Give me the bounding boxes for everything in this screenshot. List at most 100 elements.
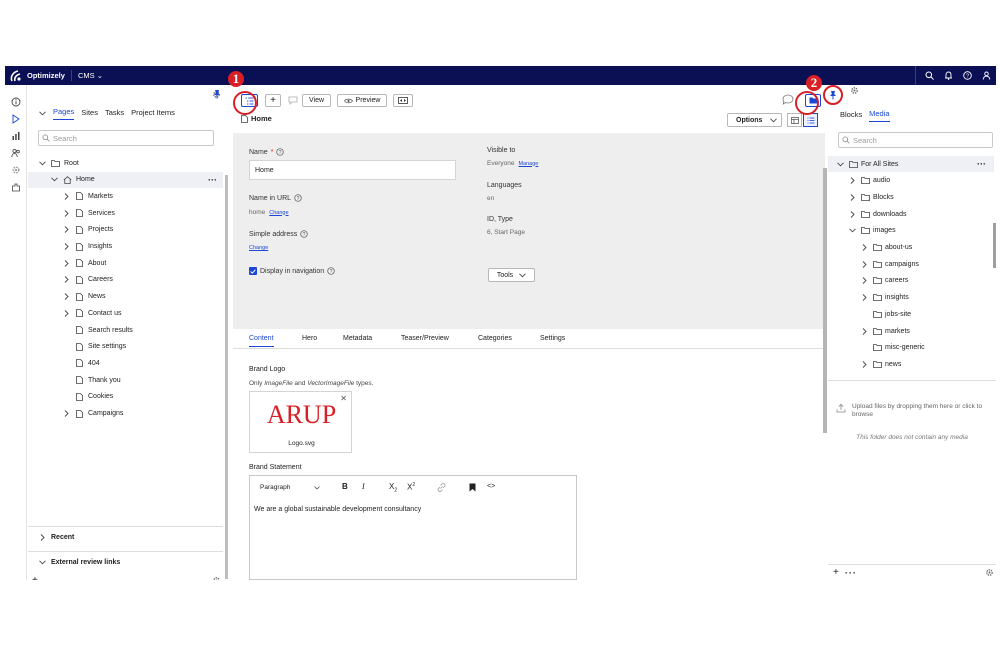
media-tree-scrollbar[interactable] <box>993 223 996 268</box>
options-dropdown[interactable]: Options <box>727 113 782 127</box>
pin-pane-icon[interactable] <box>209 86 225 102</box>
tools-dropdown[interactable]: Tools <box>488 268 535 282</box>
tree-item-cookies[interactable]: Cookies <box>62 389 113 405</box>
comment-flag-icon[interactable] <box>288 96 298 105</box>
tree-item-search-results[interactable]: Search results <box>62 322 133 338</box>
help-icon[interactable]: ? <box>294 194 302 202</box>
chevron-down-icon[interactable] <box>50 177 58 182</box>
add-icon[interactable]: + <box>833 567 839 578</box>
more-icon[interactable]: ··· <box>977 159 986 169</box>
analytics-icon[interactable] <box>5 127 27 144</box>
media-folder-jobs-site[interactable]: jobs-site <box>860 306 911 322</box>
superscript-icon[interactable]: X2 <box>407 482 415 492</box>
link-icon[interactable] <box>437 483 446 492</box>
help-icon[interactable]: ? <box>327 267 335 275</box>
pin-assets-pane-icon[interactable] <box>825 87 841 103</box>
media-folder-about-us[interactable]: about-us <box>860 240 912 256</box>
user-icon[interactable] <box>977 66 996 85</box>
addons-icon[interactable] <box>5 178 27 195</box>
chevron-right-icon[interactable] <box>62 193 70 200</box>
media-folder-insights[interactable]: insights <box>860 290 909 306</box>
tree-item-projects[interactable]: Projects <box>62 222 113 238</box>
recent-section[interactable]: Recent <box>28 526 223 548</box>
bold-button[interactable]: B <box>342 482 348 491</box>
tab-media[interactable]: Media <box>869 109 890 122</box>
pages-search-input[interactable]: Search <box>38 130 214 146</box>
tree-item-thank-you[interactable]: Thank you <box>62 372 121 388</box>
more-icon[interactable]: ··· <box>845 568 857 578</box>
upload-dropzone[interactable]: Upload files by dropping them here or cl… <box>836 403 988 419</box>
brand-statement-editor[interactable]: Paragraph B I X2 X2 <> We are a global s… <box>249 475 577 580</box>
tree-item-insights[interactable]: Insights <box>62 239 112 255</box>
settings-icon[interactable] <box>5 161 27 178</box>
gear-icon[interactable] <box>212 576 221 580</box>
tab-pages[interactable]: Pages <box>53 107 75 120</box>
media-folder-downloads[interactable]: downloads <box>848 206 906 222</box>
product-switcher[interactable]: CMS ⌄ <box>78 71 103 80</box>
chevron-right-icon[interactable] <box>62 309 70 317</box>
change-url-link[interactable]: Change <box>269 210 288 216</box>
on-page-edit-view-button[interactable] <box>787 113 802 127</box>
tree-item-contact-us[interactable]: Contact us <box>62 305 121 321</box>
tab-categories[interactable]: Categories <box>478 335 512 346</box>
tab-settings[interactable]: Settings <box>540 335 565 346</box>
add-content-button[interactable]: + <box>265 94 281 107</box>
chevron-down-icon[interactable] <box>836 161 844 167</box>
chevron-right-icon[interactable] <box>62 226 70 234</box>
subscript-icon[interactable]: X2 <box>389 482 397 494</box>
italic-button[interactable]: I <box>362 482 365 491</box>
tree-item-services[interactable]: Services <box>62 205 115 221</box>
chevron-right-icon[interactable] <box>860 361 868 368</box>
tab-hero[interactable]: Hero <box>302 335 317 346</box>
chevron-right-icon[interactable] <box>860 277 868 285</box>
users-icon[interactable] <box>5 144 27 161</box>
editor-content[interactable]: We are a global sustainable development … <box>250 500 576 519</box>
change-simple-address-link[interactable]: Change <box>249 245 268 251</box>
tree-item-404[interactable]: 404 <box>62 355 100 371</box>
view-button[interactable]: View <box>302 94 331 107</box>
media-folder-careers[interactable]: careers <box>860 273 908 289</box>
chevron-right-icon[interactable] <box>62 293 70 300</box>
tree-item-about[interactable]: About <box>62 255 106 271</box>
gear-icon[interactable] <box>850 86 859 95</box>
tree-item-markets[interactable]: Markets <box>62 188 113 204</box>
preview-button[interactable]: Preview <box>337 94 387 107</box>
media-folder-images[interactable]: images <box>848 223 896 239</box>
media-search-input[interactable]: Search <box>838 132 993 148</box>
tree-item-news[interactable]: News <box>62 289 106 305</box>
compare-button[interactable] <box>393 94 413 107</box>
more-icon[interactable]: ··· <box>44 576 56 581</box>
name-input[interactable]: Home <box>249 160 456 180</box>
media-folder-campaigns[interactable]: campaigns <box>860 256 919 272</box>
brand-logo-asset[interactable]: ✕ ARUP Logo.svg <box>249 391 352 453</box>
bell-icon[interactable] <box>939 66 958 85</box>
collapse-tabs-chevron-icon[interactable] <box>39 111 46 116</box>
all-properties-view-button[interactable] <box>803 113 818 127</box>
chevron-right-icon[interactable] <box>848 210 856 218</box>
edit-page-icon[interactable] <box>5 110 27 127</box>
external-review-links-section[interactable]: External review links <box>28 551 223 573</box>
media-folder-for-all-sites[interactable]: For All Sites ··· <box>828 156 994 172</box>
tab-blocks[interactable]: Blocks <box>840 110 862 122</box>
tab-teaser-preview[interactable]: Teaser/Preview <box>401 335 449 346</box>
chevron-down-icon[interactable] <box>38 160 46 166</box>
help-icon[interactable]: ? <box>958 66 977 85</box>
media-folder-misc-generic[interactable]: misc-generic <box>860 340 925 356</box>
tab-sites[interactable]: Sites <box>81 108 98 120</box>
media-folder-blocks[interactable]: Blocks <box>848 189 894 205</box>
chevron-right-icon[interactable] <box>62 259 70 267</box>
help-icon[interactable]: ? <box>300 230 308 238</box>
chevron-right-icon[interactable] <box>62 410 70 417</box>
bookmark-icon[interactable] <box>469 483 476 492</box>
left-pane-scrollbar[interactable] <box>225 175 228 579</box>
source-code-icon[interactable]: <> <box>487 483 495 490</box>
search-icon[interactable] <box>920 66 939 85</box>
tab-content[interactable]: Content <box>249 335 274 347</box>
manage-access-link[interactable]: Manage <box>518 161 538 167</box>
tree-item-root[interactable]: Root <box>38 155 79 171</box>
gear-icon[interactable] <box>985 568 994 577</box>
tab-metadata[interactable]: Metadata <box>343 335 372 346</box>
chevron-right-icon[interactable] <box>62 276 70 284</box>
more-icon[interactable]: ··· <box>208 175 217 185</box>
chevron-right-icon[interactable] <box>860 260 868 268</box>
